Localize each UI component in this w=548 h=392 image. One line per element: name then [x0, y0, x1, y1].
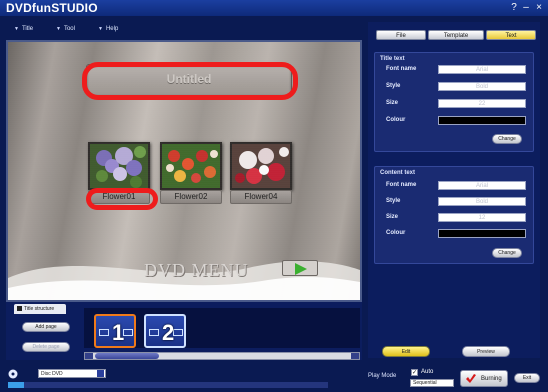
menu-help[interactable]: Help [98, 26, 118, 32]
menu-title[interactable]: Title [14, 26, 33, 32]
horizontal-scrollbar[interactable] [84, 352, 360, 360]
thumbnail-highlight-ring [86, 188, 158, 210]
exit-button[interactable]: Exit [514, 373, 540, 383]
menu-bar: Title Tool Help [14, 26, 154, 36]
content-font-name-label: Font name [386, 182, 417, 188]
burn-icon [466, 374, 476, 383]
preview-mode-button[interactable]: Preview [462, 346, 510, 357]
tab-template[interactable]: Template [428, 30, 484, 40]
content-style-label: Style [386, 198, 401, 204]
content-colour-label: Colour [386, 230, 406, 236]
title-font-name-field[interactable]: Arial [438, 65, 526, 74]
thumbnail-label-flower04[interactable]: Flower04 [230, 190, 292, 204]
thumbnail-label-flower02[interactable]: Flower02 [160, 190, 222, 204]
title-size-label: Size [386, 100, 399, 106]
flower01-image [90, 144, 148, 188]
capacity-bar [8, 382, 328, 388]
auto-checkbox[interactable]: ✓ [411, 369, 418, 376]
thumbnail-flower02[interactable] [160, 142, 222, 190]
app-title: DVDfunSTUDIO [6, 1, 98, 15]
title-card-number: 2 [162, 320, 175, 345]
title-colour-label: Colour [386, 117, 406, 123]
minimize-icon[interactable]: – [520, 2, 532, 14]
burning-button[interactable]: Burning [460, 370, 508, 387]
thumbnail-flower04[interactable] [230, 142, 292, 190]
title-highlight-ring [82, 62, 298, 100]
title-size-field[interactable]: 22 [438, 99, 526, 108]
title-style-field[interactable]: Bold [438, 82, 526, 91]
play-button[interactable] [282, 260, 318, 276]
auto-label: Auto [421, 369, 434, 375]
chevron-down-icon[interactable] [97, 370, 104, 377]
add-page-button[interactable]: Add page [22, 322, 70, 332]
edit-mode-button[interactable]: Edit [382, 346, 430, 357]
title-card-number: 1 [112, 320, 125, 345]
title-font-name-label: Font name [386, 66, 417, 72]
chapter-icon [173, 329, 183, 336]
sequence-select[interactable]: Sequential [410, 379, 454, 387]
title-text-heading: Title text [380, 56, 405, 62]
title-style-label: Style [386, 83, 401, 89]
title-card-1[interactable]: 1 [94, 314, 136, 348]
content-colour-swatch[interactable] [438, 229, 526, 238]
menu-preview[interactable]: Untitled Flower01 Flower02 Flower04 DVD … [8, 42, 360, 300]
disc-icon [8, 369, 18, 379]
title-colour-swatch[interactable] [438, 116, 526, 125]
content-text-heading: Content text [380, 170, 415, 176]
title-structure-tab[interactable]: Title structure [14, 304, 66, 314]
content-font-name-field[interactable]: Arial [438, 181, 526, 190]
play-icon [295, 263, 307, 275]
scroll-thumb[interactable] [95, 353, 159, 359]
play-mode-label: Play Mode [368, 373, 397, 379]
flower04-image [232, 144, 290, 188]
chapter-icon [149, 329, 159, 336]
content-style-field[interactable]: Bold [438, 197, 526, 206]
scroll-left-arrow-icon[interactable] [85, 353, 93, 359]
burning-label: Burning [481, 376, 502, 382]
delete-page-button[interactable]: Delete page [22, 342, 70, 352]
content-change-button[interactable]: Change [492, 248, 522, 258]
content-size-field[interactable]: 12 [438, 213, 526, 222]
close-icon[interactable]: × [533, 2, 545, 14]
title-change-button[interactable]: Change [492, 134, 522, 144]
disc-type-select[interactable]: Disc DVD [38, 369, 106, 378]
dvd-menu-caption: DVD MENU [144, 260, 249, 280]
scroll-right-arrow-icon[interactable] [351, 353, 359, 359]
thumbnail-flower01[interactable] [88, 142, 150, 190]
chapter-icon [123, 329, 133, 336]
tab-text[interactable]: Text [486, 30, 536, 40]
flower02-image [162, 144, 220, 188]
content-size-label: Size [386, 214, 399, 220]
chapter-icon [99, 329, 109, 336]
help-icon[interactable]: ? [508, 2, 520, 14]
title-card-2[interactable]: 2 [144, 314, 186, 348]
menu-tool[interactable]: Tool [56, 26, 75, 32]
tab-file[interactable]: File [376, 30, 426, 40]
capacity-fill [8, 382, 24, 388]
